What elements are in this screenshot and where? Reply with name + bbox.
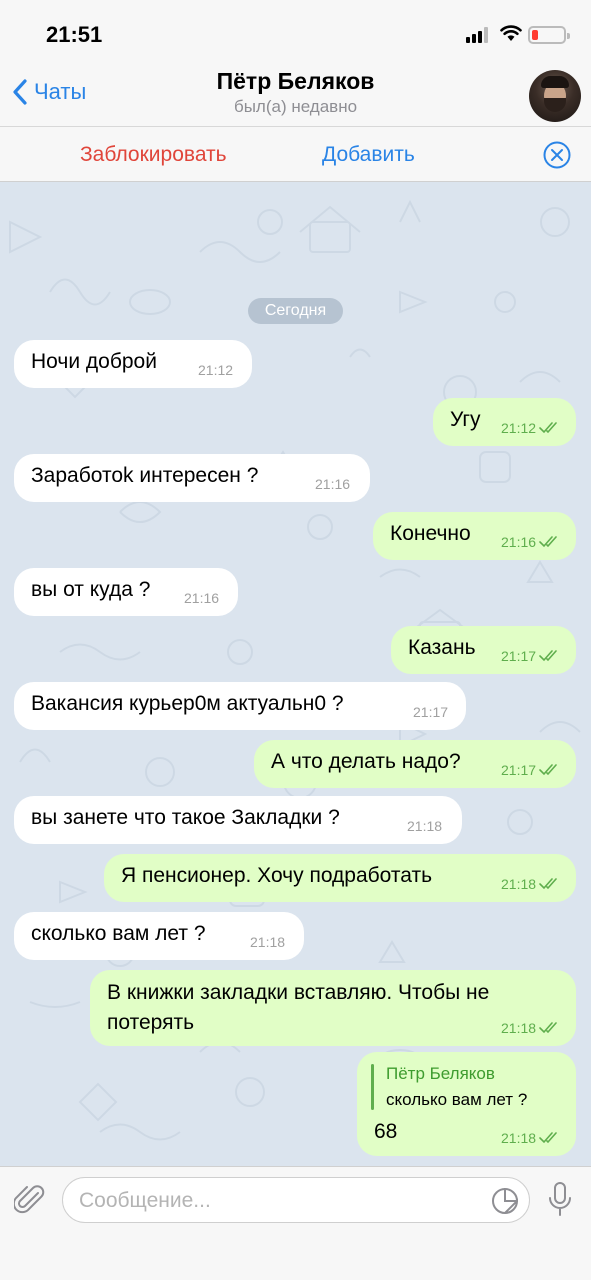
close-icon[interactable] — [543, 141, 571, 169]
message-text: Ночи доброй — [31, 350, 157, 373]
message-text: Угу — [450, 408, 481, 431]
reply-quote-author[interactable]: Пётр Беляков — [386, 1064, 495, 1084]
read-checkmarks-icon — [539, 1022, 557, 1034]
message-time: 21:18 — [250, 934, 286, 950]
reply-quote-text[interactable]: сколько вам лет ? — [386, 1090, 527, 1110]
read-checkmarks-icon — [539, 1132, 557, 1144]
reply-quote-bar — [371, 1064, 374, 1110]
message-text: Конечно — [390, 522, 471, 545]
message-meta: 21:18 — [501, 1020, 561, 1036]
read-checkmarks-icon — [539, 650, 557, 662]
message-time: 21:18 — [407, 818, 443, 834]
avatar[interactable] — [529, 70, 581, 122]
chat-header[interactable]: Пётр Беляков был(а) недавно — [0, 68, 591, 117]
status-bar: 21:51 — [0, 0, 591, 64]
read-checkmarks-icon — [539, 536, 557, 548]
message-meta: 21:12 — [501, 420, 561, 436]
microphone-icon[interactable] — [546, 1181, 574, 1219]
message-text: Вакансия курьер0м актуальн0 ? — [31, 692, 344, 715]
message-bubble-outgoing[interactable]: Угу 21:12 — [433, 398, 576, 446]
chat-status: был(а) недавно — [233, 97, 358, 116]
message-time: 21:17 — [413, 704, 449, 720]
cellular-signal-icon — [466, 27, 494, 43]
message-text: вы занете что такое Закладки ? — [31, 806, 340, 829]
message-bubble-incoming[interactable]: Ночи доброй 21:12 — [14, 340, 252, 388]
block-button[interactable]: Заблокировать — [80, 143, 227, 167]
message-time: 21:16 — [315, 476, 351, 492]
message-bubble-outgoing[interactable]: Казань 21:17 — [391, 626, 576, 674]
status-time: 21:51 — [46, 22, 103, 47]
message-input[interactable] — [79, 1187, 479, 1215]
message-text: А что делать надо? — [271, 750, 461, 773]
message-bubble-incoming[interactable]: Заработоk интересен ? 21:16 — [14, 454, 370, 502]
message-text: Заработоk интересен ? — [31, 464, 259, 487]
message-bubble-incoming[interactable]: сколько вам лет ? 21:18 — [14, 912, 304, 960]
message-time: 21:18 — [501, 876, 537, 892]
message-time: 21:16 — [501, 534, 537, 550]
message-bubble-outgoing[interactable]: В книжки закладки вставляю. Чтобы не пот… — [90, 970, 576, 1046]
add-contact-button[interactable]: Добавить — [322, 143, 415, 167]
message-meta: 21:18 — [501, 876, 561, 892]
message-bubble-outgoing[interactable]: Конечно 21:16 — [373, 512, 576, 560]
message-bubble-incoming[interactable]: Вакансия курьер0м актуальн0 ? 21:17 — [14, 682, 466, 730]
nav-bar: Чаты Пётр Беляков был(а) недавно — [0, 64, 591, 126]
message-time: 21:17 — [501, 648, 537, 664]
message-bubble-incoming[interactable]: вы от куда ? 21:16 — [14, 568, 238, 616]
message-bubble-outgoing[interactable]: А что делать надо? 21:17 — [254, 740, 576, 788]
message-time: 21:18 — [501, 1130, 537, 1146]
message-time: 21:12 — [198, 362, 234, 378]
message-input-container — [62, 1177, 530, 1223]
message-meta: 21:16 — [501, 534, 561, 550]
message-text: В книжки закладки вставляю. Чтобы не пот… — [107, 981, 490, 1034]
message-meta: 21:18 — [501, 1130, 561, 1146]
message-text: 68 — [374, 1120, 398, 1143]
message-text: вы от куда ? — [31, 578, 151, 601]
read-checkmarks-icon — [539, 878, 557, 890]
action-bar: Заблокировать Добавить — [0, 126, 591, 182]
message-meta: 21:17 — [501, 648, 561, 664]
sticker-icon[interactable] — [491, 1187, 519, 1215]
chat-title: Пётр Беляков — [216, 68, 375, 94]
message-time: 21:12 — [501, 420, 537, 436]
message-input-bar — [0, 1166, 591, 1280]
message-time: 21:18 — [501, 1020, 537, 1036]
message-text: Казань — [408, 636, 476, 659]
chat-area[interactable]: Сегодня Ночи доброй 21:12 Угу 21:12 Зара… — [0, 182, 591, 1166]
read-checkmarks-icon — [539, 764, 557, 776]
message-time: 21:17 — [501, 762, 537, 778]
message-meta: 21:17 — [501, 762, 561, 778]
paperclip-icon[interactable] — [14, 1183, 46, 1217]
battery-icon — [528, 26, 570, 44]
message-text: сколько вам лет ? — [31, 922, 206, 945]
read-checkmarks-icon — [539, 422, 557, 434]
wifi-icon — [500, 25, 522, 41]
message-time: 21:16 — [184, 590, 220, 606]
date-separator: Сегодня — [248, 298, 343, 324]
message-text: Я пенсионер. Хочу подработать — [121, 864, 433, 887]
message-bubble-outgoing[interactable]: Я пенсионер. Хочу подработать 21:18 — [104, 854, 576, 902]
message-bubble-outgoing[interactable]: Пётр Беляков сколько вам лет ? 68 21:18 — [357, 1052, 576, 1156]
message-bubble-incoming[interactable]: вы занете что такое Закладки ? 21:18 — [14, 796, 462, 844]
